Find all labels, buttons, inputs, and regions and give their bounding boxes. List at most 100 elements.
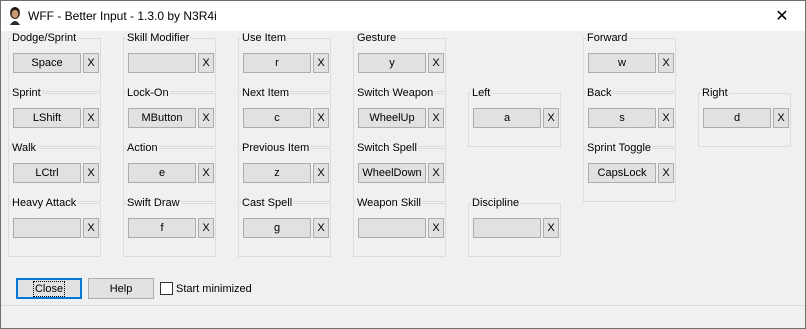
character-portrait-icon — [10, 7, 20, 25]
help-button-label: Help — [109, 282, 133, 295]
clear-button-lock-on[interactable]: X — [198, 108, 214, 128]
clear-button-use-item[interactable]: X — [313, 53, 329, 73]
binding-label: Heavy Attack — [11, 197, 78, 210]
key-button-lock-on[interactable]: MButton — [128, 108, 196, 128]
key-button-next-item[interactable]: c — [243, 108, 311, 128]
binding-group-gesture: Gesture y X — [353, 32, 446, 92]
key-button-switch-weapon[interactable]: WheelUp — [358, 108, 426, 128]
binding-group-switch-weapon: Switch Weapon WheelUp X — [353, 87, 446, 147]
app-window: WFF - Better Input - 1.3.0 by N3R4i ✕ Do… — [0, 0, 806, 329]
key-button-action[interactable]: e — [128, 163, 196, 183]
binding-label: Use Item — [241, 32, 288, 45]
close-button[interactable]: Close — [16, 278, 82, 299]
binding-label: Weapon Skill — [356, 197, 422, 210]
binding-group-forward: Forward w X — [583, 32, 676, 92]
binding-label: Next Item — [241, 87, 291, 100]
binding-label: Cast Spell — [241, 197, 294, 210]
binding-label: Walk — [11, 142, 38, 155]
binding-label: Right — [701, 87, 729, 100]
key-button-sprint-toggle[interactable]: CapsLock — [588, 163, 656, 183]
binding-group-skill-modifier: Skill Modifier X — [123, 32, 216, 92]
binding-group-lock-on: Lock-On MButton X — [123, 87, 216, 147]
key-button-back[interactable]: s — [588, 108, 656, 128]
clear-button-sprint-toggle[interactable]: X — [658, 163, 674, 183]
start-minimized-option[interactable]: Start minimized — [160, 282, 252, 295]
key-button-previous-item[interactable]: z — [243, 163, 311, 183]
binding-label: Sprint — [11, 87, 42, 100]
clear-button-next-item[interactable]: X — [313, 108, 329, 128]
clear-button-back[interactable]: X — [658, 108, 674, 128]
binding-group-left: Left a X — [468, 87, 561, 147]
binding-label: Discipline — [471, 197, 521, 210]
key-button-skill-modifier[interactable] — [128, 53, 196, 73]
key-button-cast-spell[interactable]: g — [243, 218, 311, 238]
clear-button-action[interactable]: X — [198, 163, 214, 183]
help-button[interactable]: Help — [88, 278, 154, 299]
key-button-gesture[interactable]: y — [358, 53, 426, 73]
binding-label: Lock-On — [126, 87, 170, 100]
clear-button-discipline[interactable]: X — [543, 218, 559, 238]
clear-button-left[interactable]: X — [543, 108, 559, 128]
binding-group-dodge-sprint: Dodge/Sprint Space X — [8, 32, 101, 92]
status-strip-divider — [1, 305, 805, 306]
key-button-swift-draw[interactable]: f — [128, 218, 196, 238]
clear-button-dodge-sprint[interactable]: X — [83, 53, 99, 73]
binding-label: Sprint Toggle — [586, 142, 653, 155]
binding-group-sprint-toggle: Sprint Toggle CapsLock X — [583, 142, 676, 202]
clear-button-swift-draw[interactable]: X — [198, 218, 214, 238]
binding-label: Previous Item — [241, 142, 311, 155]
close-icon: ✕ — [775, 8, 789, 25]
binding-label: Skill Modifier — [126, 32, 191, 45]
clear-button-forward[interactable]: X — [658, 53, 674, 73]
clear-button-skill-modifier[interactable]: X — [198, 53, 214, 73]
clear-button-right[interactable]: X — [773, 108, 789, 128]
binding-label: Left — [471, 87, 492, 100]
clear-button-sprint[interactable]: X — [83, 108, 99, 128]
key-button-sprint[interactable]: LShift — [13, 108, 81, 128]
clear-button-weapon-skill[interactable]: X — [428, 218, 444, 238]
start-minimized-label[interactable]: Start minimized — [176, 283, 252, 295]
key-button-heavy-attack[interactable] — [13, 218, 81, 238]
binding-group-discipline: Discipline X — [468, 197, 561, 257]
binding-label: Swift Draw — [126, 197, 181, 210]
clear-button-walk[interactable]: X — [83, 163, 99, 183]
clear-button-gesture[interactable]: X — [428, 53, 444, 73]
binding-group-swift-draw: Swift Draw f X — [123, 197, 216, 257]
clear-button-heavy-attack[interactable]: X — [83, 218, 99, 238]
clear-button-switch-spell[interactable]: X — [428, 163, 444, 183]
key-button-discipline[interactable] — [473, 218, 541, 238]
binding-label: Back — [586, 87, 613, 100]
key-button-use-item[interactable]: r — [243, 53, 311, 73]
title-bar[interactable]: WFF - Better Input - 1.3.0 by N3R4i ✕ — [1, 1, 805, 31]
binding-label: Forward — [586, 32, 629, 45]
clear-button-previous-item[interactable]: X — [313, 163, 329, 183]
key-button-left[interactable]: a — [473, 108, 541, 128]
binding-group-action: Action e X — [123, 142, 216, 202]
key-button-weapon-skill[interactable] — [358, 218, 426, 238]
binding-group-sprint: Sprint LShift X — [8, 87, 101, 147]
binding-group-use-item: Use Item r X — [238, 32, 331, 92]
key-button-forward[interactable]: w — [588, 53, 656, 73]
clear-button-switch-weapon[interactable]: X — [428, 108, 444, 128]
key-button-dodge-sprint[interactable]: Space — [13, 53, 81, 73]
binding-group-walk: Walk LCtrl X — [8, 142, 101, 202]
binding-group-next-item: Next Item c X — [238, 87, 331, 147]
binding-group-switch-spell: Switch Spell WheelDown X — [353, 142, 446, 202]
binding-group-right: Right d X — [698, 87, 791, 147]
key-button-right[interactable]: d — [703, 108, 771, 128]
start-minimized-checkbox[interactable] — [160, 282, 173, 295]
binding-label: Switch Weapon — [356, 87, 435, 100]
binding-group-cast-spell: Cast Spell g X — [238, 197, 331, 257]
binding-group-weapon-skill: Weapon Skill X — [353, 197, 446, 257]
close-button-label: Close — [32, 280, 66, 297]
window-title: WFF - Better Input - 1.3.0 by N3R4i — [28, 9, 217, 23]
window-close-button[interactable]: ✕ — [759, 1, 805, 31]
binding-group-back: Back s X — [583, 87, 676, 147]
client-area: Dodge/Sprint Space X Skill Modifier X Us… — [1, 31, 805, 328]
binding-group-heavy-attack: Heavy Attack X — [8, 197, 101, 257]
key-button-switch-spell[interactable]: WheelDown — [358, 163, 426, 183]
key-button-walk[interactable]: LCtrl — [13, 163, 81, 183]
binding-label: Action — [126, 142, 159, 155]
binding-label: Dodge/Sprint — [11, 32, 78, 45]
clear-button-cast-spell[interactable]: X — [313, 218, 329, 238]
